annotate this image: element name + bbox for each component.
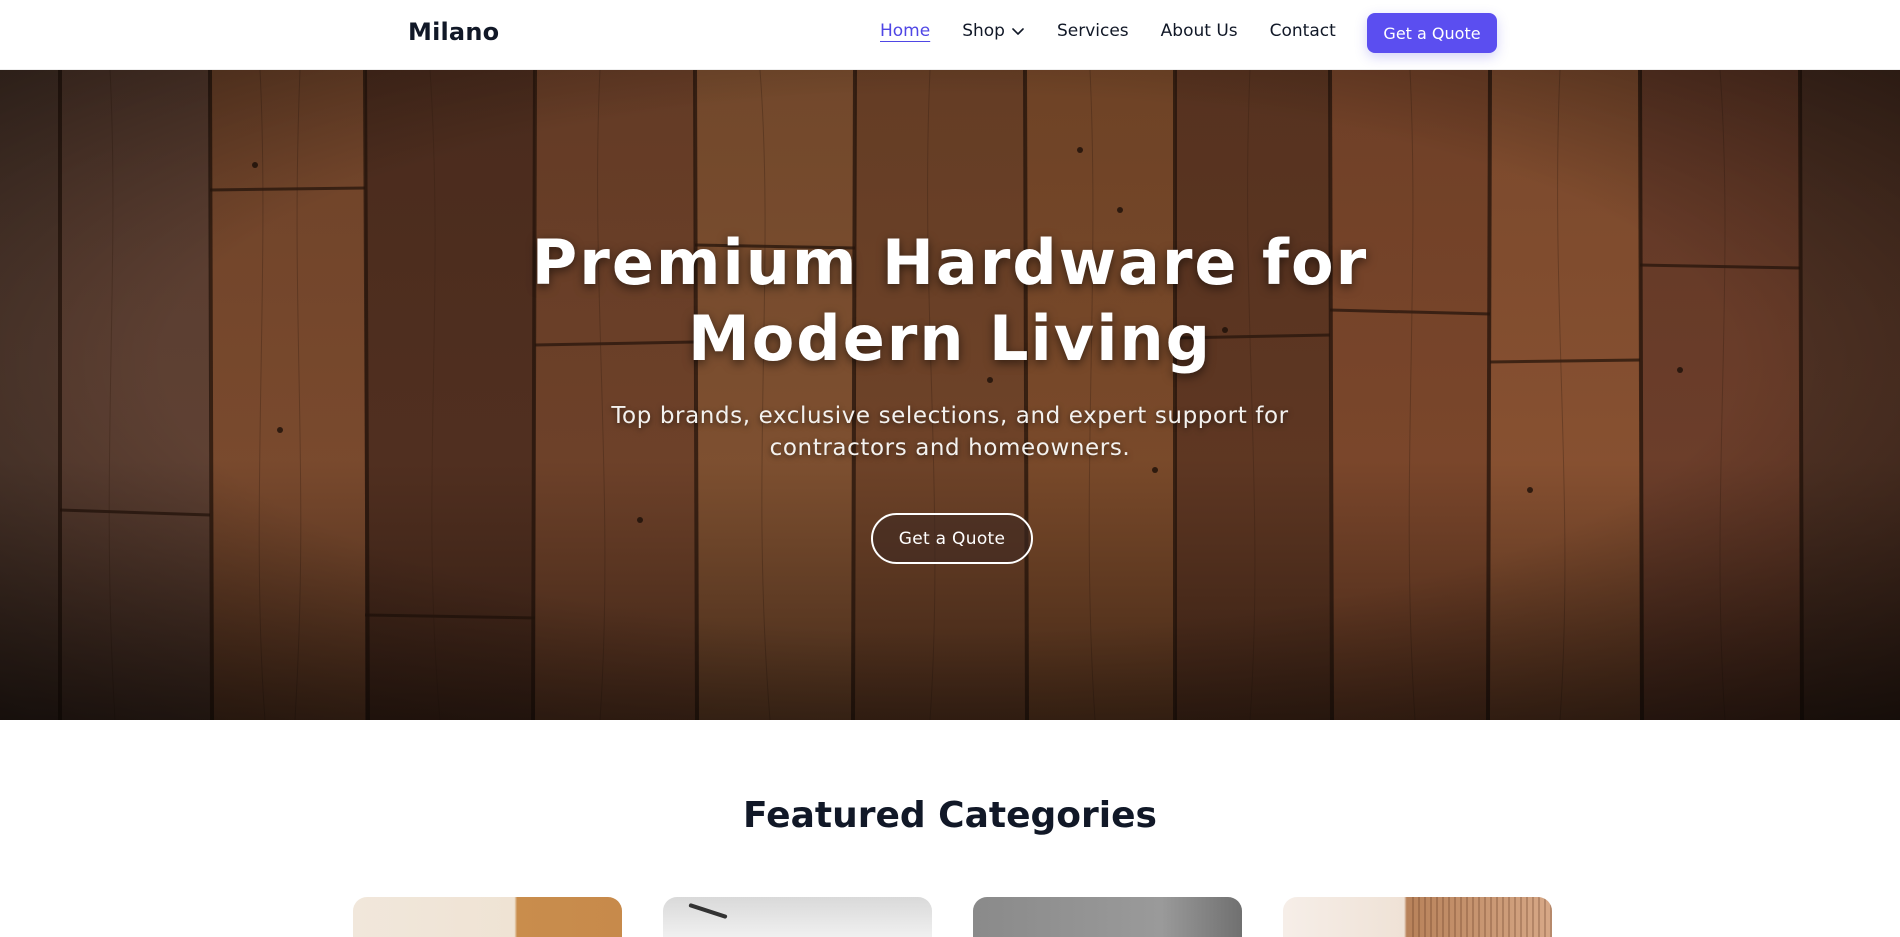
nav-about-label: About Us [1160,21,1238,41]
hero-title-line1: Premium Hardware for [531,226,1369,299]
featured-categories-title: Featured Categories [743,795,1157,836]
hero-quote-button[interactable]: Get a Quote [871,513,1033,564]
category-card[interactable] [973,897,1242,937]
hero-title-line2: Modern Living [688,302,1212,375]
nav-about[interactable]: About Us [1161,21,1238,41]
header-quote-button[interactable]: Get a Quote [1367,13,1497,53]
hero-title: Premium Hardware for Modern Living [450,225,1450,377]
main-nav: Home Shop Services About Us Contact [880,21,1368,41]
nav-contact[interactable]: Contact [1270,21,1336,41]
nav-shop-label: Shop [962,21,1005,41]
chevron-down-icon [1012,28,1024,35]
nav-services[interactable]: Services [1057,21,1129,41]
hero-subtitle: Top brands, exclusive selections, and ex… [611,403,1289,461]
hero-background-image [0,70,1900,720]
category-card[interactable] [663,897,932,937]
category-image-detail [1412,897,1552,937]
nav-home[interactable]: Home [880,21,930,41]
hero-section: Premium Hardware for Modern Living Top b… [0,70,1900,720]
nav-shop[interactable]: Shop [962,21,1025,41]
nav-services-label: Services [1056,21,1129,41]
category-card[interactable] [353,897,622,937]
category-card[interactable] [1283,897,1552,937]
site-header: Milano Home Shop Services About Us Conta… [0,0,1900,70]
nav-home-label: Home [880,21,931,41]
brand-logo[interactable]: Milano [408,18,499,46]
nav-contact-label: Contact [1269,21,1336,41]
